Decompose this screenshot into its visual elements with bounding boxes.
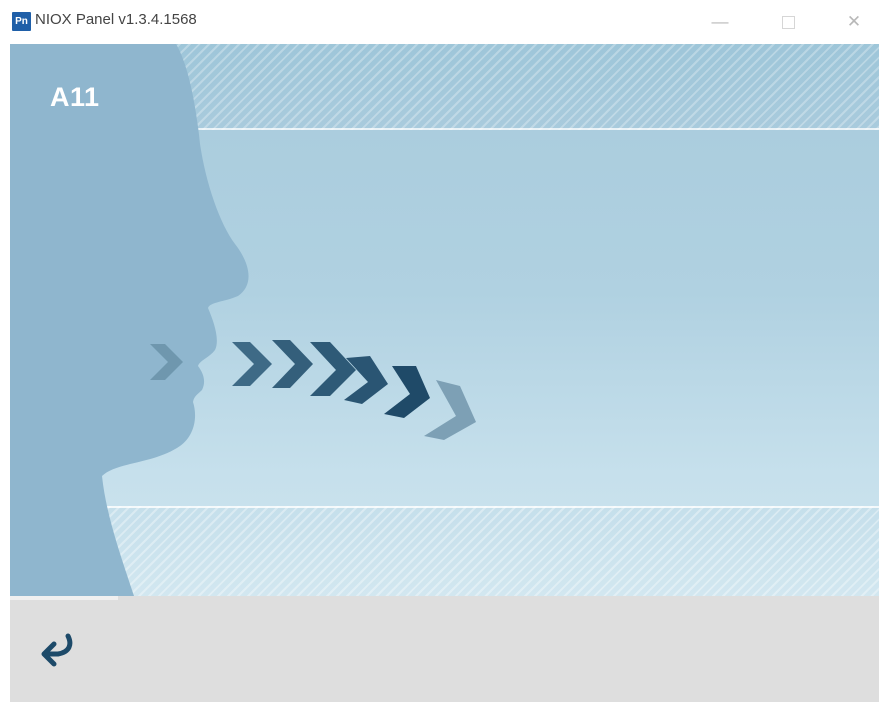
back-button[interactable] xyxy=(36,628,80,672)
chevron-icon xyxy=(272,340,313,388)
chevron-icon xyxy=(150,344,183,380)
chevron-icon xyxy=(232,342,272,386)
title-bar: Pn NIOX Panel v1.3.4.1568 — ✕ xyxy=(0,0,879,44)
illustration-panel: A11 xyxy=(10,44,879,596)
exhale-arrows xyxy=(150,340,476,440)
minimize-icon: — xyxy=(711,12,729,31)
window-title: NIOX Panel v1.3.4.1568 xyxy=(35,11,197,28)
maximize-icon xyxy=(781,16,795,29)
app-icon: Pn xyxy=(12,12,31,31)
chevron-icon xyxy=(424,380,476,440)
maximize-button[interactable] xyxy=(768,8,808,36)
close-button[interactable]: ✕ xyxy=(834,8,874,36)
bottom-toolbar xyxy=(10,596,879,702)
chevron-icon xyxy=(344,356,388,404)
minimize-button[interactable]: — xyxy=(700,8,740,36)
close-icon: ✕ xyxy=(846,12,862,31)
progress-strip xyxy=(10,596,118,600)
chevron-icon xyxy=(310,342,356,396)
chevron-icon xyxy=(384,366,430,418)
back-arrow-icon xyxy=(41,633,73,667)
